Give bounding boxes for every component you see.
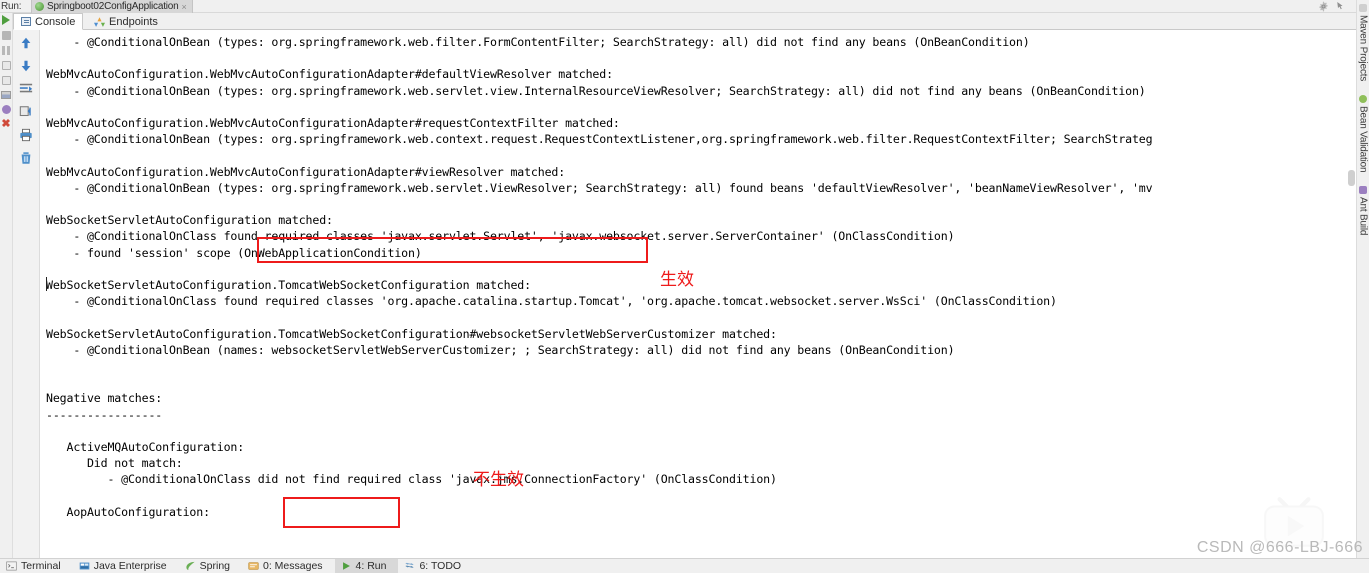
console-caret — [46, 277, 47, 291]
tab-console[interactable]: Console — [13, 13, 84, 30]
run-configuration-name: Springboot02ConfigApplication — [47, 1, 179, 12]
endpoints-icon — [94, 16, 105, 27]
scroll-to-end-icon[interactable] — [19, 105, 33, 119]
messages-icon — [248, 562, 259, 570]
tab-endpoints[interactable]: Endpoints — [87, 13, 165, 30]
run-play-icon — [342, 562, 350, 570]
soft-wrap-icon[interactable] — [19, 82, 33, 96]
console-output-area[interactable]: - @ConditionalOnBean (types: org.springf… — [40, 30, 1356, 558]
run-window-bar: Run: Springboot02ConfigApplication × — [0, 0, 1369, 13]
play-icon[interactable] — [2, 15, 10, 25]
java-enterprise-icon — [79, 562, 89, 570]
console-vertical-scrollbar[interactable] — [1347, 30, 1356, 558]
status-item-run[interactable]: 4: Run — [334, 558, 399, 573]
printer-icon[interactable] — [19, 128, 33, 142]
bug-icon[interactable] — [1, 105, 11, 114]
arrow-down-icon[interactable] — [19, 59, 33, 73]
run-window-label: Run: — [1, 1, 22, 12]
spring-leaf-icon — [186, 561, 195, 571]
tab-console-label: Console — [35, 15, 76, 28]
console-icon — [21, 17, 31, 26]
gear-icon[interactable] — [1318, 1, 1329, 12]
status-label-terminal: Terminal — [21, 560, 61, 572]
console-tab-strip: Console Endpoints — [13, 13, 1356, 30]
status-label-spring: Spring — [199, 560, 230, 572]
status-item-java-enterprise[interactable]: Java Enterprise — [73, 559, 179, 573]
right-bar-item-bean-validation[interactable]: Bean Validation — [1358, 95, 1369, 172]
status-item-todo[interactable]: 6: TODO — [398, 559, 473, 573]
run-control-toolbar: ✖ — [0, 13, 13, 558]
status-label-java-enterprise: Java Enterprise — [93, 560, 167, 572]
close-icon[interactable]: × — [182, 2, 187, 12]
annotation-not-effective-label: 不生效 — [473, 470, 524, 490]
csdn-watermark: CSDN @666-LBJ-666 — [1196, 539, 1363, 556]
tab-endpoints-label: Endpoints — [109, 15, 158, 28]
console-log-text: - @ConditionalOnBean (types: org.springf… — [46, 35, 1153, 519]
run-configuration-tab[interactable]: Springboot02ConfigApplication × — [31, 0, 193, 13]
right-bar-label-maven: Maven Projects — [1357, 15, 1369, 82]
ant-build-icon — [1359, 186, 1367, 195]
status-item-terminal[interactable]: Terminal — [0, 559, 73, 573]
spring-boot-icon — [35, 2, 44, 11]
bottom-status-bar: Terminal Java Enterprise Spring 0: Messa… — [0, 558, 1369, 573]
status-item-messages[interactable]: 0: Messages — [242, 559, 335, 573]
right-bar-label-bean-validation: Bean Validation — [1357, 106, 1369, 173]
restore-layout-icon[interactable] — [1, 76, 11, 85]
close-x-icon[interactable]: ✖ — [1, 119, 10, 130]
scrollbar-thumb[interactable] — [1348, 170, 1355, 186]
maven-icon — [1359, 4, 1367, 12]
layers-icon[interactable] — [1, 91, 11, 99]
bean-validation-icon — [1359, 95, 1367, 104]
hide-window-icon[interactable] — [1335, 1, 1347, 12]
right-tool-window-bar: Maven Projects Bean Validation Ant Build — [1356, 0, 1369, 558]
right-bar-item-ant-build[interactable]: Ant Build — [1357, 186, 1369, 236]
console-gutter-toolbar — [13, 30, 40, 558]
right-bar-label-ant-build: Ant Build — [1357, 197, 1369, 236]
status-item-spring[interactable]: Spring — [179, 559, 242, 573]
thread-dump-icon[interactable] — [1, 61, 11, 70]
status-label-run: 4: Run — [355, 560, 387, 572]
status-label-todo: 6: TODO — [419, 560, 462, 572]
window-controls — [1318, 0, 1347, 13]
pause-icon[interactable] — [2, 46, 11, 55]
stop-square-icon[interactable] — [1, 31, 11, 40]
trash-icon[interactable] — [19, 151, 33, 165]
ide-run-window: Run: Springboot02ConfigApplication × ✖ C… — [0, 0, 1369, 573]
todo-icon — [405, 562, 415, 568]
right-bar-item-maven[interactable]: Maven Projects — [1358, 4, 1369, 81]
status-label-messages: 0: Messages — [263, 560, 323, 572]
annotation-effective-label: 生效 — [660, 270, 694, 290]
arrow-up-icon[interactable] — [19, 36, 33, 50]
terminal-icon — [6, 561, 17, 571]
